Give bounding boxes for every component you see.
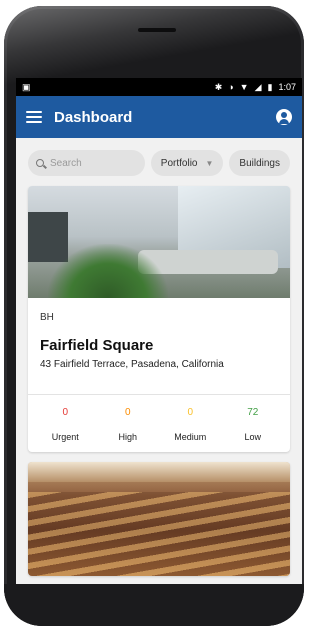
battery-icon: ▮ <box>267 81 273 92</box>
stat-medium[interactable]: 0 Medium <box>165 407 215 442</box>
stat-count: 72 <box>247 407 259 418</box>
stat-label: Low <box>244 432 261 442</box>
stat-label: Urgent <box>51 432 79 442</box>
building-code: BH <box>40 312 54 323</box>
phone-bottom-bezel <box>4 584 304 626</box>
bluetooth-icon: ✱ <box>214 81 223 92</box>
building-photo <box>28 462 290 576</box>
buildings-dropdown[interactable]: Buildings <box>229 150 290 176</box>
search-input[interactable]: Search <box>28 150 145 176</box>
stat-label: High <box>118 432 137 442</box>
portfolio-label: Portfolio <box>160 157 198 169</box>
building-card[interactable] <box>28 462 290 576</box>
app-screen: ▣ ✱ ◑ ▼ ◢ ▮ 1:07 Dashboard Search Portfo… <box>16 78 302 584</box>
account-icon[interactable] <box>276 109 292 125</box>
signal-icon: ◢ <box>254 81 262 92</box>
priority-stats: 0 Urgent 0 High 0 Medium 72 Low <box>28 395 290 452</box>
stat-label: Medium <box>174 432 207 442</box>
portfolio-dropdown[interactable]: Portfolio ▼ <box>150 150 224 176</box>
page-title: Dashboard <box>54 108 133 126</box>
chevron-down-icon: ▼ <box>205 158 214 168</box>
filter-bar: Search Portfolio ▼ Buildings <box>16 138 302 186</box>
building-address: 43 Fairfield Terrace, Pasadena, Californ… <box>40 359 224 370</box>
stat-urgent[interactable]: 0 Urgent <box>40 407 90 442</box>
stat-count: 0 <box>62 407 69 418</box>
building-photo <box>28 186 290 298</box>
building-name: Fairfield Square <box>40 337 154 354</box>
search-placeholder: Search <box>50 157 82 169</box>
notification-icon: ▣ <box>22 81 31 92</box>
stat-count: 0 <box>187 407 194 418</box>
stat-high[interactable]: 0 High <box>103 407 153 442</box>
wifi-icon: ▼ <box>239 82 249 92</box>
stat-low[interactable]: 72 Low <box>228 407 278 442</box>
status-time: 1:07 <box>278 82 296 92</box>
building-card[interactable]: BH Fairfield Square 43 Fairfield Terrace… <box>28 186 290 452</box>
phone-speaker <box>138 28 176 32</box>
stat-count: 0 <box>124 407 131 418</box>
buildings-label: Buildings <box>239 157 280 169</box>
menu-icon[interactable] <box>26 111 42 123</box>
status-bar: ▣ ✱ ◑ ▼ ◢ ▮ 1:07 <box>16 78 302 96</box>
search-icon <box>36 159 44 167</box>
app-bar: Dashboard <box>16 96 302 138</box>
sync-icon: ◑ <box>228 82 234 92</box>
